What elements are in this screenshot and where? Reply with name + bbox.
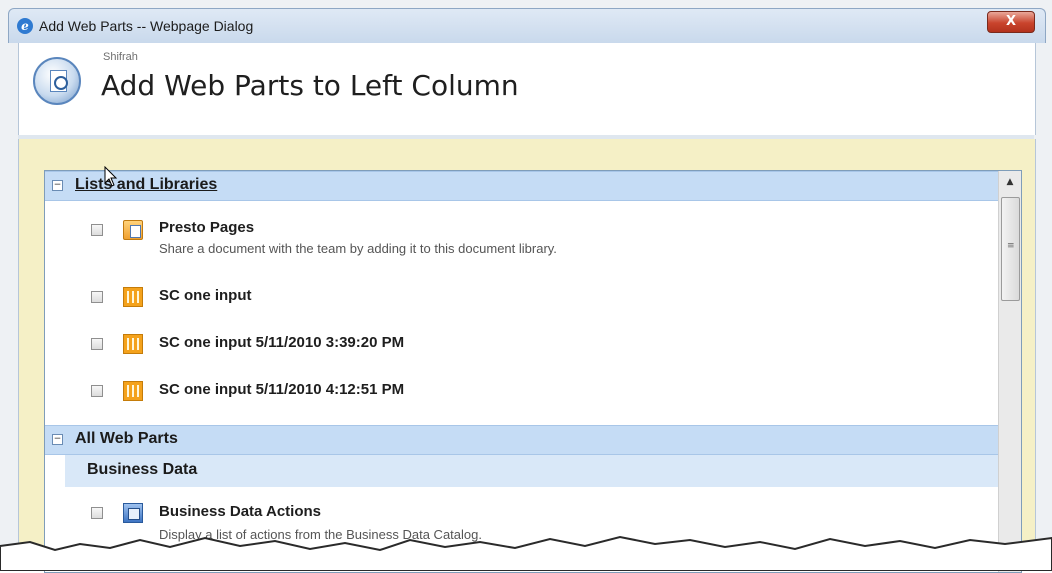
group-label[interactable]: All Web Parts (75, 430, 178, 448)
title-bar: e Add Web Parts -- Webpage Dialog X (8, 8, 1046, 43)
add-web-parts-icon (33, 57, 81, 105)
page-title: Add Web Parts to Left Column (101, 69, 519, 102)
item-title[interactable]: SC one input (159, 287, 252, 304)
scroll-thumb[interactable]: ≡ (1001, 197, 1020, 301)
list-icon (123, 381, 143, 401)
site-name: Shifrah (103, 51, 138, 63)
checkbox[interactable] (91, 507, 103, 519)
group-header-lists-and-libraries[interactable]: − Lists and Libraries (45, 171, 998, 201)
document-library-icon (123, 220, 143, 240)
item-description: Share a document with the team by adding… (159, 241, 557, 256)
torn-edge-decoration (0, 535, 1052, 571)
collapse-icon[interactable]: − (52, 434, 63, 445)
item-title[interactable]: Business Data Actions (159, 503, 321, 520)
scroll-up-arrow-icon[interactable]: ▲ (999, 171, 1021, 193)
list-item-sc-one-input-339[interactable]: SC one input 5/11/2010 3:39:20 PM (45, 324, 998, 370)
checkbox[interactable] (91, 338, 103, 350)
mouse-cursor-icon (104, 166, 118, 187)
list-item-sc-one-input-412[interactable]: SC one input 5/11/2010 4:12:51 PM (45, 371, 998, 417)
checkbox[interactable] (91, 385, 103, 397)
item-title[interactable]: SC one input 5/11/2010 3:39:20 PM (159, 334, 404, 351)
subgroup-label[interactable]: Business Data (87, 461, 197, 479)
checkbox[interactable] (91, 291, 103, 303)
group-header-all-web-parts[interactable]: − All Web Parts (45, 425, 998, 455)
dialog-header: Shifrah Add Web Parts to Left Column (18, 43, 1036, 135)
grip-icon: ≡ (1007, 241, 1015, 251)
list-item-sc-one-input[interactable]: SC one input (45, 277, 998, 323)
web-parts-list: − Lists and Libraries Presto Pages Share… (44, 170, 1022, 573)
vertical-scrollbar[interactable]: ▲ ≡ (998, 171, 1021, 572)
close-button[interactable]: X (987, 11, 1035, 33)
checkbox[interactable] (91, 224, 103, 236)
internet-explorer-icon: e (17, 18, 33, 34)
collapse-icon[interactable]: − (52, 180, 63, 191)
item-title[interactable]: SC one input 5/11/2010 4:12:51 PM (159, 381, 404, 398)
subgroup-header-business-data[interactable]: Business Data (65, 455, 998, 487)
list-icon (123, 287, 143, 307)
group-label[interactable]: Lists and Libraries (75, 176, 217, 194)
list-item-presto-pages[interactable]: Presto Pages Share a document with the t… (45, 209, 998, 256)
window-title: Add Web Parts -- Webpage Dialog (39, 18, 254, 34)
list-icon (123, 334, 143, 354)
item-title[interactable]: Presto Pages (159, 219, 254, 236)
